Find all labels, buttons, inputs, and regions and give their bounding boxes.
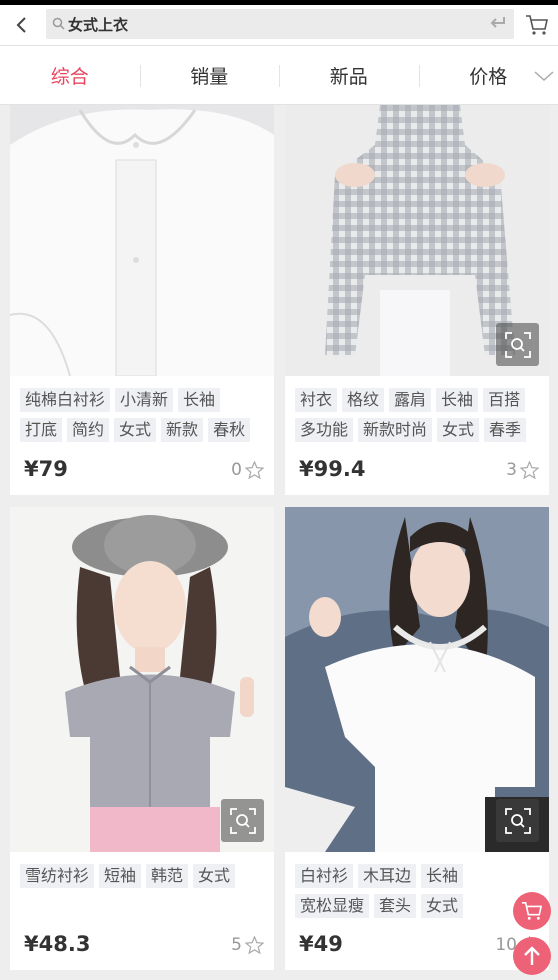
tab-sales[interactable]: 销量 [139, 62, 280, 89]
product-price: ¥49 [299, 932, 343, 956]
star-icon [245, 461, 264, 479]
tab-price[interactable]: 价格 [418, 62, 558, 89]
tag-list: 纯棉白衬衫 小清新 长袖 打底 简约 女式 新款 春秋 [20, 388, 270, 448]
cart-button[interactable] [522, 10, 552, 40]
tag[interactable]: 春秋 [208, 418, 251, 442]
tag[interactable]: 新款 [161, 418, 204, 442]
tab-new[interactable]: 新品 [279, 62, 419, 89]
product-card[interactable]: 纯棉白衬衫 小清新 长袖 打底 简约 女式 新款 春秋 ¥79 0 [10, 105, 274, 495]
zoom-icon [229, 807, 256, 834]
product-image[interactable] [10, 507, 274, 852]
tag[interactable]: 简约 [67, 418, 110, 442]
back-button[interactable] [6, 9, 38, 41]
star-icon [520, 461, 539, 479]
product-image[interactable] [285, 105, 549, 376]
zoom-icon [504, 807, 531, 834]
floating-cart-button[interactable] [513, 892, 551, 930]
zoom-icon [504, 331, 531, 358]
tag[interactable]: 雪纺衬衫 [20, 864, 95, 888]
like-count[interactable]: 0 [231, 460, 264, 480]
search-query: 女式上衣 [68, 16, 129, 34]
like-number: 5 [231, 935, 242, 955]
tag[interactable]: 多功能 [295, 418, 354, 442]
tag-list: 白衬衫 木耳边 长袖 宽松显瘦 套头 女式 [295, 864, 545, 924]
back-arrow-icon [16, 17, 26, 33]
tag-list: 衬衣 格纹 露肩 长袖 百搭 多功能 新款时尚 女式 春季 [295, 388, 545, 448]
tab-comprehensive[interactable]: 综合 [0, 62, 140, 89]
cart-icon [526, 15, 548, 35]
product-image[interactable] [285, 507, 549, 852]
tag[interactable]: 百搭 [483, 388, 526, 412]
tag[interactable]: 白衬衫 [295, 864, 354, 888]
tag[interactable]: 小清新 [115, 388, 174, 412]
product-card[interactable]: 白衬衫 木耳边 长袖 宽松显瘦 套头 女式 ¥49 10 [285, 507, 549, 970]
product-card[interactable]: 雪纺衬衫 短袖 韩范 女式 ¥48.3 5 [10, 507, 274, 970]
tag[interactable]: 春季 [484, 418, 527, 442]
tag[interactable]: 木耳边 [358, 864, 417, 888]
product-price: ¥99.4 [299, 457, 366, 481]
top-bar: 女式上衣 [0, 5, 558, 45]
tag[interactable]: 衬衣 [295, 388, 338, 412]
enter-icon[interactable] [490, 16, 506, 30]
back-to-top-button[interactable] [513, 937, 551, 975]
like-count[interactable]: 5 [231, 935, 264, 955]
product-image[interactable] [10, 105, 274, 376]
product-card[interactable]: 衬衣 格纹 露肩 长袖 百搭 多功能 新款时尚 女式 春季 ¥99.4 3 [285, 105, 549, 495]
product-grid: 纯棉白衬衫 小清新 长袖 打底 简约 女式 新款 春秋 ¥79 0 衬衣 格纹 … [0, 105, 558, 980]
tab-label: 价格 [469, 65, 508, 88]
chevron-down-icon [534, 70, 554, 81]
tag[interactable]: 韩范 [146, 864, 189, 888]
tag[interactable]: 格纹 [342, 388, 385, 412]
tag[interactable]: 长袖 [436, 388, 479, 412]
tag[interactable]: 女式 [437, 418, 480, 442]
arrow-up-icon [524, 946, 540, 965]
star-icon [245, 936, 264, 954]
tag[interactable]: 短袖 [99, 864, 142, 888]
tag-list: 雪纺衬衫 短袖 韩范 女式 [20, 864, 270, 894]
search-icon [52, 17, 65, 30]
product-price: ¥48.3 [24, 932, 91, 956]
like-number: 3 [506, 460, 517, 480]
tab-label: 综合 [50, 65, 89, 88]
tag[interactable]: 长袖 [421, 864, 464, 888]
zoom-button[interactable] [496, 323, 539, 366]
tab-label: 新品 [329, 65, 368, 88]
cart-icon [522, 902, 543, 920]
tag[interactable]: 女式 [114, 418, 157, 442]
product-price: ¥79 [24, 457, 68, 481]
tag[interactable]: 纯棉白衬衫 [20, 388, 111, 412]
tag[interactable]: 露肩 [389, 388, 432, 412]
tab-label: 销量 [190, 65, 229, 88]
search-input[interactable]: 女式上衣 [46, 9, 514, 39]
tag[interactable]: 打底 [20, 418, 63, 442]
tag[interactable]: 套头 [374, 894, 417, 918]
sort-bar: 综合 销量 新品 价格 [0, 45, 558, 105]
zoom-button[interactable] [221, 799, 264, 842]
tag[interactable]: 女式 [421, 894, 464, 918]
tag[interactable]: 长袖 [178, 388, 221, 412]
zoom-button[interactable] [496, 799, 539, 842]
tag[interactable]: 女式 [193, 864, 236, 888]
tag[interactable]: 宽松显瘦 [295, 894, 370, 918]
like-number: 0 [231, 460, 242, 480]
like-count[interactable]: 3 [506, 460, 539, 480]
tag[interactable]: 新款时尚 [358, 418, 433, 442]
